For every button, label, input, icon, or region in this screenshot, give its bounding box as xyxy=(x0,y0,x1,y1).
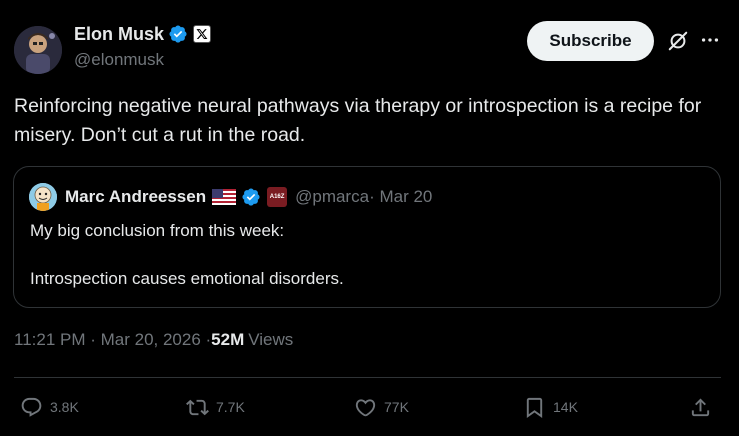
quote-author-name[interactable]: Marc Andreessen xyxy=(65,187,206,207)
like-count: 77K xyxy=(384,399,409,415)
share-icon xyxy=(691,397,710,416)
quote-verified-badge-icon[interactable] xyxy=(241,187,261,207)
quote-author-handle[interactable]: @pmarca xyxy=(295,187,369,207)
quoted-tweet[interactable]: Marc Andreessen A16Z @pmarca · Mar 20 My… xyxy=(13,166,721,308)
bookmark-icon xyxy=(526,397,543,418)
tweet-meta: 11:21 PM · Mar 20, 2026 · 52M Views xyxy=(14,330,293,350)
quote-header: Marc Andreessen A16Z @pmarca · Mar 20 xyxy=(29,182,432,212)
author-avatar[interactable] xyxy=(14,26,62,74)
views-count: 52M xyxy=(211,330,245,349)
quote-text: My big conclusion from this week: Intros… xyxy=(30,221,344,288)
flag-us-icon xyxy=(212,189,237,205)
like-icon xyxy=(355,398,376,416)
more-icon[interactable] xyxy=(699,29,721,51)
tweet-header: Elon Musk @elonmusk Subscribe xyxy=(14,20,725,74)
author-name-row: Elon Musk xyxy=(74,22,212,46)
reply-icon xyxy=(21,397,42,417)
x-affiliate-icon[interactable] xyxy=(193,25,212,43)
a16z-affiliate-icon[interactable]: A16Z xyxy=(267,187,288,207)
grok-icon[interactable] xyxy=(667,30,689,52)
reply-count: 3.8K xyxy=(50,399,79,415)
bookmark-button[interactable]: 14K xyxy=(523,390,578,424)
repost-count: 7.7K xyxy=(216,399,245,415)
quote-date[interactable]: · Mar 20 xyxy=(369,187,432,207)
author-handle[interactable]: @elonmusk xyxy=(74,50,164,70)
tweet-timestamp[interactable]: 11:21 PM · Mar 20, 2026 · xyxy=(14,330,211,350)
repost-button[interactable]: 7.7K xyxy=(186,390,245,424)
views-label: Views xyxy=(248,330,294,349)
action-bar: 3.8K 7.7K 77K 14K xyxy=(14,390,721,424)
subscribe-button[interactable]: Subscribe xyxy=(527,21,654,61)
verified-badge-icon[interactable] xyxy=(168,24,188,44)
divider xyxy=(14,377,721,378)
repost-icon xyxy=(186,399,209,415)
quote-author-avatar[interactable] xyxy=(29,183,57,211)
share-button[interactable] xyxy=(689,390,719,424)
author-name[interactable]: Elon Musk xyxy=(74,24,164,45)
reply-button[interactable]: 3.8K xyxy=(20,390,79,424)
like-button[interactable]: 77K xyxy=(354,390,409,424)
tweet-text: Reinforcing negative neural pathways via… xyxy=(14,95,702,146)
bookmark-count: 14K xyxy=(553,399,578,415)
